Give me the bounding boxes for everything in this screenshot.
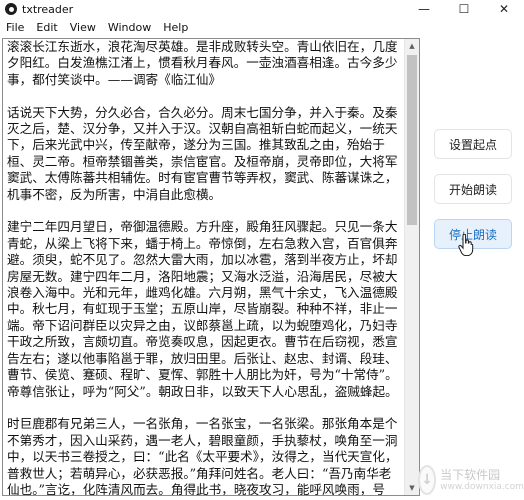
menu-window[interactable]: Window <box>102 21 157 34</box>
close-button[interactable]: ✕ <box>484 0 524 18</box>
paragraph-4: 时巨鹿郡有兄弟三人，一名张角，一名张宝，一名张梁。那张角本是个不第秀才，因入山采… <box>7 416 398 495</box>
menu-help[interactable]: Help <box>157 21 194 34</box>
maximize-button[interactable]: ☐ <box>444 0 484 18</box>
menu-view[interactable]: View <box>64 21 102 34</box>
hand-cursor-icon <box>458 234 474 256</box>
set-start-button[interactable]: 设置起点 <box>434 129 512 159</box>
scroll-up-arrow-icon[interactable]: ▲ <box>405 39 419 53</box>
menu-bar: File Edit View Window Help <box>0 19 400 36</box>
paragraph-2: 话说天下大势，分久必合，合久必分。周末七国分争，并入于秦。及秦灭之后，楚、汉分争… <box>7 104 398 202</box>
watermark-title: 当下软件园 <box>440 467 501 482</box>
title-bar: txtreader — ☐ ✕ <box>0 0 524 18</box>
window-controls: — ☐ ✕ <box>404 0 524 18</box>
watermark-logo-icon: ↓ <box>418 465 437 495</box>
window-title: txtreader <box>22 2 74 16</box>
start-read-button[interactable]: 开始朗读 <box>434 174 512 204</box>
menu-edit[interactable]: Edit <box>30 21 63 34</box>
vertical-scrollbar[interactable]: ▲ ▼ <box>404 39 419 495</box>
paragraph-1: 滚滚长江东逝水，浪花淘尽英雄。是非成败转头空。青山依旧在，几度夕阳红。白发渔樵江… <box>7 39 398 87</box>
paragraph-3: 建宁二年四月望日，帝御温德殿。方升座，殿角狂风骤起。只见一条大青蛇，从梁上飞将下… <box>7 219 398 399</box>
minimize-button[interactable]: — <box>404 0 444 18</box>
watermark-url: www.downxia.com <box>440 481 524 492</box>
scrollbar-thumb[interactable] <box>407 55 417 225</box>
editor-content[interactable]: 滚滚长江东逝水，浪花淘尽英雄。是非成败转头空。青山依旧在，几度夕阳红。白发渔樵江… <box>7 39 402 495</box>
menu-file[interactable]: File <box>0 21 30 34</box>
text-editor[interactable]: 滚滚长江东逝水，浪花淘尽英雄。是非成败转头空。青山依旧在，几度夕阳红。白发渔樵江… <box>2 38 420 496</box>
watermark: ↓ 当下软件园 www.downxia.com <box>418 462 524 498</box>
app-icon <box>5 3 17 15</box>
scroll-down-arrow-icon[interactable]: ▼ <box>405 481 419 495</box>
